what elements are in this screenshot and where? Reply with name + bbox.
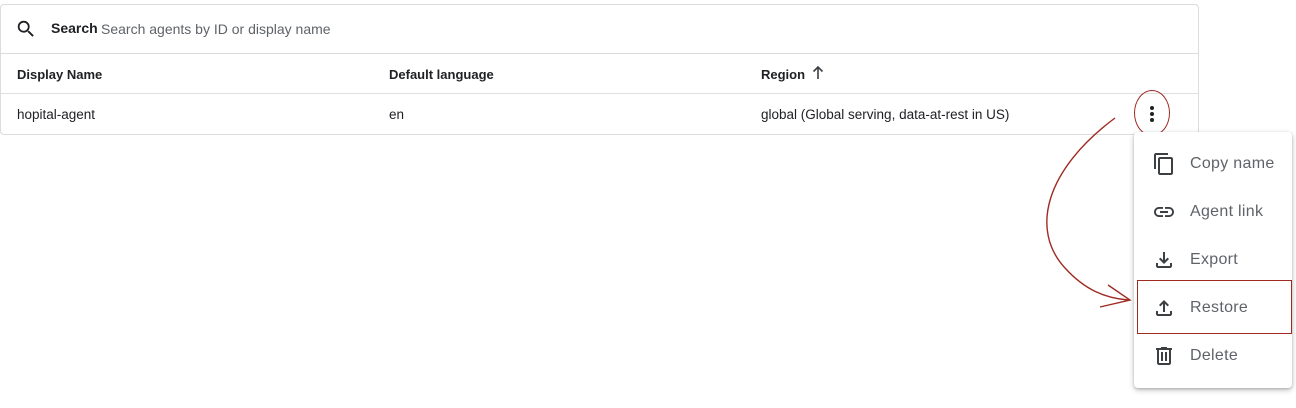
menu-item-delete[interactable]: Delete (1134, 332, 1292, 380)
menu-item-label: Agent link (1190, 203, 1264, 220)
more-options-button[interactable] (1141, 100, 1163, 128)
menu-item-label: Export (1190, 251, 1239, 268)
menu-item-restore[interactable]: Restore (1134, 284, 1292, 332)
more-vert-icon (1150, 106, 1154, 122)
column-header-display-name[interactable]: Display Name (17, 67, 102, 82)
link-icon (1154, 207, 1174, 217)
cell-display-name: hopital-agent (17, 107, 96, 122)
trash-icon (1156, 347, 1172, 365)
table-row[interactable]: hopital-agent en global (Global serving,… (1, 94, 1198, 135)
row-actions-menu: Copy name Agent link Export Restore Dele… (1134, 132, 1292, 388)
download-icon (1156, 252, 1172, 268)
search-input[interactable] (101, 17, 601, 41)
menu-item-label: Copy name (1190, 155, 1275, 172)
menu-item-export[interactable]: Export (1134, 236, 1292, 284)
search-label: Search (51, 20, 98, 36)
column-header-default-language[interactable]: Default language (389, 67, 494, 82)
column-header-region[interactable]: Region (761, 67, 805, 82)
cell-default-language: en (389, 107, 405, 122)
menu-item-agent-link[interactable]: Agent link (1134, 188, 1292, 236)
cell-region: global (Global serving, data-at-rest in … (761, 107, 1010, 122)
copy-icon (1154, 153, 1173, 175)
search-icon (17, 20, 34, 37)
upload-icon (1156, 300, 1172, 316)
table-header-row: Display Name Default language Region (1, 54, 1198, 94)
menu-item-label: Delete (1190, 347, 1239, 364)
sort-ascending-icon[interactable] (811, 65, 825, 81)
agents-table: Search Display Name Default language Reg… (0, 4, 1199, 135)
menu-item-label: Restore (1190, 299, 1249, 316)
menu-item-copy-name[interactable]: Copy name (1134, 140, 1292, 188)
search-bar: Search (1, 5, 1198, 54)
